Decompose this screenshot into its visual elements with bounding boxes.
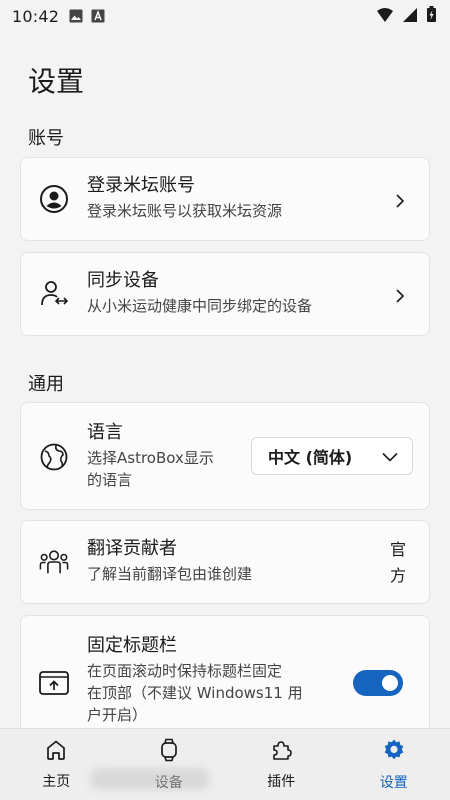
login-account-subtitle: 登录米坛账号以获取米坛资源 bbox=[87, 202, 283, 220]
language-dropdown[interactable]: 中文 (简体) bbox=[251, 437, 413, 475]
fixed-titlebar-title: 固定标题栏 bbox=[87, 635, 177, 656]
fixed-titlebar-toggle[interactable] bbox=[353, 670, 403, 696]
translators-subtitle: 了解当前翻译包由谁创建 bbox=[87, 565, 253, 583]
translators-title: 翻译贡献者 bbox=[87, 538, 177, 559]
login-account-card[interactable]: 登录米坛账号 登录米坛账号以获取米坛资源 bbox=[20, 157, 430, 241]
font-icon bbox=[91, 9, 105, 23]
sync-device-subtitle: 从小米运动健康中同步绑定的设备 bbox=[87, 297, 313, 315]
fixed-titlebar-desc-line3: 户开启） bbox=[87, 706, 148, 724]
fixed-titlebar-desc-line1: 在页面滚动时保持标题栏固定 bbox=[87, 662, 283, 680]
sync-device-card[interactable]: 同步设备 从小米运动健康中同步绑定的设备 bbox=[20, 252, 430, 336]
translators-value-line1: 官 bbox=[389, 540, 406, 559]
bottom-nav: 主页 设备 插件 设置 bbox=[0, 728, 450, 800]
watch-icon bbox=[160, 738, 178, 766]
toggle-knob bbox=[382, 675, 398, 691]
fixed-titlebar-desc-line2: 在顶部（不建议 Windows11 用 bbox=[87, 684, 303, 702]
translators-value-line2: 方 bbox=[389, 566, 406, 585]
status-bar: 10:42 bbox=[0, 0, 450, 32]
home-icon bbox=[45, 739, 67, 765]
sync-device-title: 同步设备 bbox=[87, 270, 159, 291]
fixed-titlebar-card: 固定标题栏 在页面滚动时保持标题栏固定 在顶部（不建议 Windows11 用 … bbox=[20, 615, 430, 745]
signal-icon bbox=[403, 7, 417, 26]
nav-label-home: 主页 bbox=[42, 773, 71, 790]
language-subtitle-line2: 的语言 bbox=[87, 471, 133, 489]
chevron-right-icon bbox=[393, 193, 407, 208]
image-icon bbox=[69, 9, 83, 23]
translators-card[interactable]: 翻译贡献者 了解当前翻译包由谁创建 官 方 bbox=[20, 520, 430, 604]
nav-item-plugins[interactable]: 插件 bbox=[225, 729, 338, 800]
chevron-down-icon bbox=[382, 447, 398, 466]
pin-window-icon bbox=[39, 668, 69, 698]
language-card: 语言 选择AstroBox显示 的语言 中文 (简体) bbox=[20, 402, 430, 510]
translators-value: 官 方 bbox=[389, 537, 407, 589]
gear-icon bbox=[382, 738, 406, 766]
wifi-icon bbox=[377, 7, 393, 26]
language-title: 语言 bbox=[87, 422, 123, 443]
nav-label-settings: 设置 bbox=[379, 774, 408, 791]
people-group-icon bbox=[39, 547, 69, 577]
globe-icon bbox=[39, 442, 69, 472]
page-title: 设置 bbox=[28, 65, 85, 98]
section-label-general: 通用 bbox=[28, 374, 64, 395]
nav-label-plugins: 插件 bbox=[267, 773, 296, 790]
chevron-right-icon bbox=[393, 288, 407, 303]
battery-icon bbox=[427, 6, 436, 26]
status-time: 10:42 bbox=[12, 6, 60, 26]
login-account-title: 登录米坛账号 bbox=[87, 175, 195, 196]
language-dropdown-value: 中文 (简体) bbox=[268, 448, 353, 467]
section-label-account: 账号 bbox=[28, 128, 64, 149]
person-sync-icon bbox=[39, 279, 69, 309]
account-circle-icon bbox=[39, 184, 69, 214]
puzzle-icon bbox=[270, 739, 293, 765]
language-subtitle-line1: 选择AstroBox显示 bbox=[87, 449, 214, 467]
blur-overlay bbox=[90, 768, 210, 790]
nav-item-settings[interactable]: 设置 bbox=[338, 729, 450, 800]
